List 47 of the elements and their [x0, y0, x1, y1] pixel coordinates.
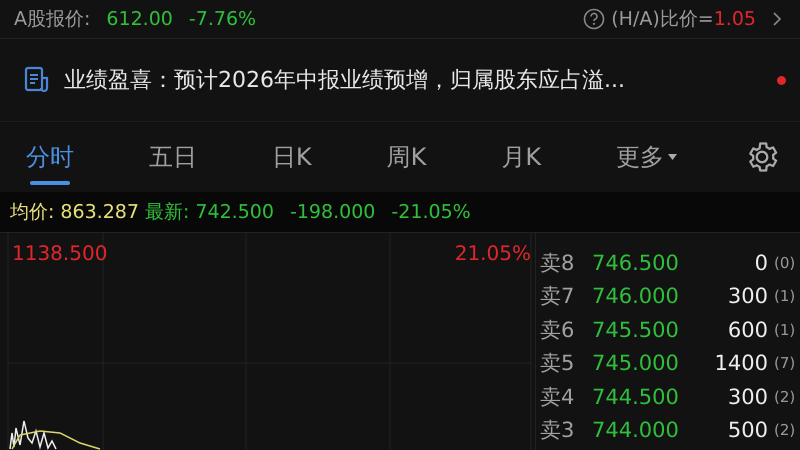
order-count: (2) — [774, 421, 796, 440]
quote-change: -7.76% — [188, 8, 256, 30]
quote-label: A股报价: — [14, 7, 90, 32]
chart-tab[interactable]: 日K — [264, 127, 320, 187]
order-level: 卖4 — [540, 384, 576, 411]
order-level: 卖5 — [540, 350, 576, 378]
order-level: 卖3 — [540, 417, 576, 444]
order-price: 745.000 — [592, 351, 680, 376]
order-volume: 0 — [754, 250, 768, 275]
chart-tab[interactable]: 更多 — [608, 127, 686, 187]
order-price: 744.000 — [592, 418, 680, 442]
order-volume: 500 — [726, 418, 768, 442]
document-icon — [24, 66, 50, 94]
latest-price: 742.500 — [195, 201, 274, 223]
quote-price: 612.00 — [106, 8, 173, 30]
order-level: 卖6 — [540, 316, 576, 344]
average-price: 863.287 — [60, 201, 139, 223]
chart-high-price: 1138.500 — [12, 241, 108, 265]
order-volume: 300 — [726, 284, 768, 308]
notice-text[interactable]: 业绩盈喜：预计2026年中报业绩预增，归属股东应占溢... — [64, 65, 625, 95]
order-count: (7) — [774, 354, 796, 372]
average-label: 均价: — [10, 200, 54, 225]
order-count: (2) — [774, 388, 796, 406]
order-price: 746.000 — [592, 284, 680, 308]
order-price: 744.500 — [592, 384, 680, 409]
order-volume: 1400 — [714, 351, 768, 376]
chart-tab[interactable]: 月K — [493, 127, 550, 187]
chart-high-percent: 21.05% — [454, 241, 531, 265]
chart-tab[interactable]: 周K — [378, 127, 434, 187]
chart-tab[interactable]: 分时 — [18, 127, 82, 187]
chevron-right-icon[interactable] — [772, 11, 782, 27]
order-count: (1) — [774, 287, 796, 306]
ratio-label: (H/A)比价= — [611, 7, 714, 32]
order-price: 746.500 — [592, 250, 680, 275]
latest-change: -198.000 — [290, 201, 376, 223]
ratio-value: 1.05 — [714, 8, 756, 30]
order-volume: 300 — [726, 384, 768, 409]
order-count: (0) — [774, 254, 796, 272]
help-icon[interactable] — [583, 8, 606, 30]
latest-label: 最新: — [144, 200, 190, 225]
chart-tab[interactable]: 五日 — [140, 127, 205, 187]
order-level: 卖8 — [540, 250, 576, 277]
order-price: 745.500 — [592, 318, 680, 342]
order-level: 卖7 — [540, 283, 576, 310]
order-count: (1) — [774, 320, 796, 339]
latest-change-percent: -21.05% — [391, 201, 471, 223]
order-volume: 600 — [726, 318, 768, 342]
